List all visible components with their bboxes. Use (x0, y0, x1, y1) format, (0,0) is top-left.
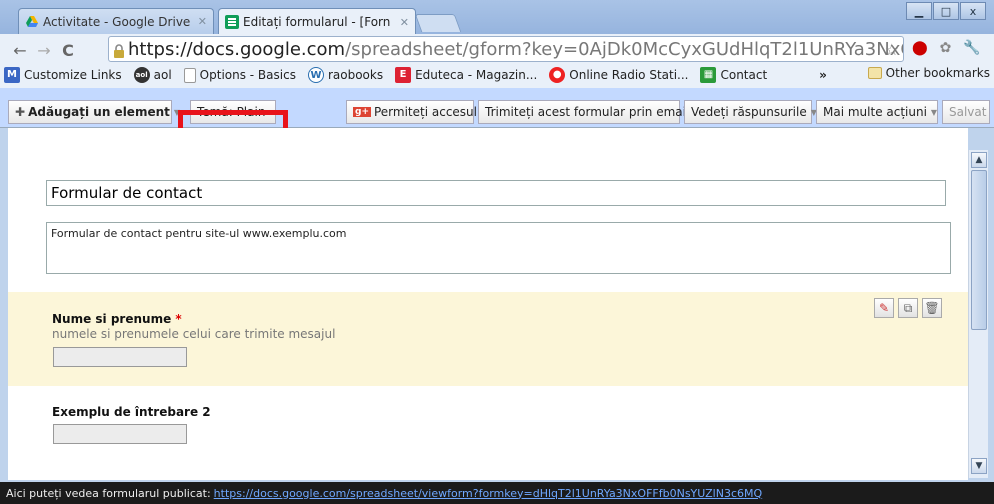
url-host: docs.google.com (192, 38, 346, 60)
spreadsheet-icon: ▦ (700, 67, 717, 83)
scrollbar-thumb[interactable] (971, 170, 987, 330)
tab-google-drive[interactable]: Activitate - Google Drive ✕ (18, 8, 214, 34)
form-editor-toolbar: ✚ Adăugați un element ▼ Temă: Plain g+ P… (0, 88, 994, 128)
tab-edit-form[interactable]: Editați formularul - [Forn ✕ (218, 8, 416, 35)
chevron-down-icon: ▼ (930, 107, 938, 117)
tab-title: Editați formularul - [Forn (243, 15, 391, 29)
question-title-text: Nume si prenume (52, 312, 172, 326)
url-path: /spreadsheet/gform?key=0AjDk0McCyxGUdHlq… (345, 38, 903, 60)
view-responses-button[interactable]: Vedeți răspunsurile ▼ (684, 100, 817, 124)
bookmark-label: aol (153, 68, 172, 82)
bookmarks-overflow-button[interactable]: » (819, 68, 827, 82)
add-item-button[interactable]: ✚ Adăugați un element ▼ (8, 100, 180, 124)
edit-pencil-icon[interactable]: ✎ (874, 298, 894, 318)
other-bookmarks[interactable]: Other bookmarks (867, 66, 990, 80)
add-item-label: Adăugați un element (28, 105, 170, 119)
wordpress-icon: W (307, 67, 324, 83)
delete-trash-icon[interactable]: 🗑 (922, 298, 942, 318)
reload-icon[interactable]: C (56, 41, 80, 60)
page-icon (183, 67, 196, 83)
address-bar[interactable]: https:// docs.google.com /spreadsheet/gf… (108, 36, 904, 62)
question-answer-input (53, 347, 187, 367)
bookmark-label: Online Radio Stati... (569, 68, 689, 82)
close-window-button[interactable]: x (960, 2, 986, 20)
bookmark-raobooks[interactable]: W raobooks (307, 67, 384, 83)
lock-icon (113, 42, 125, 58)
radio-icon: ● (549, 67, 566, 83)
scroll-down-icon[interactable]: ▼ (971, 458, 987, 474)
form-description-input[interactable]: Formular de contact pentru site-ul www.e… (46, 222, 951, 274)
bookmark-online-radio[interactable]: ● Online Radio Stati... (549, 67, 688, 83)
forms-icon (225, 15, 239, 29)
browser-navbar: ← → C https:// docs.google.com /spreadsh… (0, 34, 994, 88)
question-answer-input (53, 424, 187, 444)
bookmark-label: Customize Links (24, 68, 122, 82)
forward-icon[interactable]: → (32, 41, 56, 60)
permissions-button[interactable]: g+ Permiteți accesul (346, 100, 477, 124)
permissions-label: Permiteți accesul (373, 105, 477, 119)
question-title: Exemplu de întrebare 2 (52, 405, 211, 419)
bookmark-eduteca[interactable]: E Eduteca - Magazin... (395, 67, 537, 83)
close-tab-icon[interactable]: ✕ (198, 15, 207, 28)
adblock-icon[interactable]: ⬤ (912, 40, 928, 56)
duplicate-icon[interactable]: ⧉ (898, 298, 918, 318)
scroll-up-icon[interactable]: ▲ (971, 152, 987, 168)
url-scheme: https:// (128, 38, 193, 60)
tab-title: Activitate - Google Drive (43, 14, 191, 29)
form-title-input[interactable]: Formular de contact (46, 180, 946, 206)
minimize-button[interactable]: ▁ (906, 2, 932, 20)
question-help-text: numele si prenumele celui care trimite m… (52, 327, 336, 341)
saved-button[interactable]: Salvat (942, 100, 990, 124)
bookmark-options-basics[interactable]: Options - Basics (183, 67, 296, 83)
extension-icons: ⬤ ✿ 🔧 (912, 40, 981, 56)
wrench-icon[interactable]: 🔧 (963, 40, 980, 56)
question-tools: ✎ ⧉ 🗑 (874, 298, 942, 318)
vertical-scrollbar[interactable]: ▲ ▼ (968, 150, 988, 478)
google-plus-share-icon: g+ (353, 107, 371, 117)
bookmark-customize-links[interactable]: M Customize Links (4, 67, 122, 83)
new-tab-button[interactable] (414, 14, 462, 32)
form-canvas-top (8, 128, 968, 168)
published-form-bar: Aici puteți vedea formularul publicat: h… (0, 482, 994, 504)
question-title: Nume si prenume * (52, 312, 182, 326)
bookmark-star-icon[interactable]: ☆ (885, 40, 899, 59)
published-form-link[interactable]: https://docs.google.com/spreadsheet/view… (214, 487, 762, 500)
back-icon[interactable]: ← (8, 41, 32, 60)
more-actions-label: Mai multe acțiuni (823, 105, 927, 119)
more-actions-button[interactable]: Mai multe acțiuni ▼ (816, 100, 938, 124)
extension-icon[interactable]: ✿ (940, 40, 952, 56)
customize-links-icon: M (4, 67, 20, 83)
eduteca-icon: E (395, 67, 412, 83)
folder-icon (867, 67, 882, 79)
browser-titlebar: Activitate - Google Drive ✕ Editați form… (0, 0, 994, 35)
maximize-button[interactable]: □ (933, 2, 959, 20)
bookmark-label: Eduteca - Magazin... (415, 68, 538, 82)
plus-icon: ✚ (15, 105, 26, 119)
email-form-label: Trimiteți acest formular prin email (485, 105, 690, 119)
published-form-text: Aici puteți vedea formularul publicat: (6, 486, 211, 500)
required-mark: * (175, 312, 182, 326)
close-tab-icon[interactable]: ✕ (400, 16, 409, 29)
bookmark-label: Options - Basics (199, 68, 296, 82)
bookmark-contact[interactable]: ▦ Contact (700, 67, 767, 83)
saved-label: Salvat (949, 105, 987, 119)
bookmark-aol[interactable]: aol aol (133, 67, 172, 83)
google-drive-icon (25, 15, 39, 29)
bookmarks-bar: M Customize Links aol aol Options - Basi… (0, 64, 994, 86)
window-controls: ▁ □ x (906, 2, 986, 20)
aol-icon: aol (133, 67, 150, 83)
other-bookmarks-label: Other bookmarks (885, 66, 990, 80)
email-form-button[interactable]: Trimiteți acest formular prin email (478, 100, 689, 124)
bookmark-label: raobooks (327, 68, 384, 82)
view-responses-label: Vedeți răspunsurile (691, 105, 807, 119)
bookmark-label: Contact (720, 68, 768, 82)
